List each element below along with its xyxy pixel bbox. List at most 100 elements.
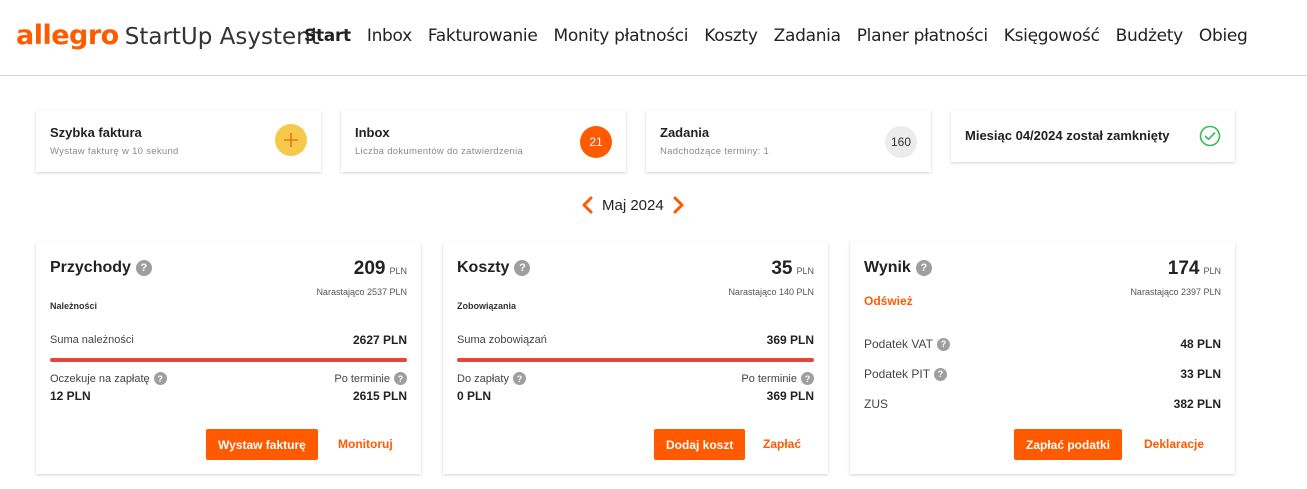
zus-label: ZUS: [864, 397, 888, 411]
card-title: Wynik ?: [864, 259, 932, 277]
chevron-right-icon[interactable]: [672, 195, 686, 215]
month-selector: Maj 2024: [580, 195, 686, 215]
card-title: Koszty ?: [457, 259, 531, 277]
help-icon[interactable]: ?: [512, 372, 526, 385]
liabilities-bar: [457, 358, 814, 362]
nav-zadania[interactable]: Zadania: [766, 25, 849, 47]
monitor-link[interactable]: Monitoruj: [338, 437, 393, 451]
tasks-count-badge: 160: [885, 126, 917, 158]
pay-link[interactable]: Zapłać: [763, 437, 801, 451]
income-title: Przychody: [50, 259, 131, 276]
inbox-tile[interactable]: Inbox Liczba dokumentów do zatwierdzenia…: [341, 110, 626, 172]
help-icon[interactable]: ?: [936, 337, 950, 351]
sum-row: Suma należności 2627 PLN: [50, 333, 407, 347]
tile-subtitle: Liczba dokumentów do zatwierdzenia: [355, 146, 524, 157]
nav-koszty[interactable]: Koszty: [696, 25, 765, 47]
nav-obieg[interactable]: Obieg: [1191, 25, 1256, 47]
product-name: StartUp Asystent: [124, 24, 320, 50]
nav-planer[interactable]: Planer płatności: [849, 25, 996, 47]
quick-invoice-tile[interactable]: Szybka faktura Wystaw fakturę w 10 sekun…: [36, 110, 321, 172]
refresh-link[interactable]: Odśwież: [864, 294, 913, 308]
zus-value: 382 PLN: [1173, 397, 1221, 411]
vat-row: Podatek VAT? 48 PLN: [864, 337, 1221, 351]
status-labels-row: Oczekuje na zapłatę? Po terminie?: [50, 372, 407, 385]
vat-label: Podatek VAT: [864, 337, 933, 351]
to-pay-label: Do zapłaty: [457, 372, 509, 385]
inbox-count-badge: 21: [580, 126, 612, 158]
help-icon[interactable]: ?: [915, 260, 932, 276]
tile-title: Szybka faktura: [50, 125, 142, 140]
nav-budzety[interactable]: Budżety: [1108, 25, 1191, 47]
cumulative-amount: Narastająco 140 PLN: [728, 287, 814, 297]
amount-currency: PLN: [1203, 266, 1221, 276]
nav-inbox[interactable]: Inbox: [359, 25, 420, 47]
amount-currency: PLN: [796, 266, 814, 276]
help-icon[interactable]: ?: [135, 260, 152, 276]
liabilities-heading: Zobowiązania: [457, 301, 517, 311]
costs-card: Koszty ? 35 PLN Narastająco 140 PLN Zobo…: [443, 242, 828, 474]
vat-value: 48 PLN: [1180, 337, 1221, 351]
overdue-value: 369 PLN: [766, 389, 814, 403]
amount-value: 209: [353, 258, 386, 279]
waiting-label-wrap: Oczekuje na zapłatę?: [50, 372, 167, 385]
plus-icon[interactable]: [275, 124, 307, 156]
top-header: allegro StartUp Asystent Start Inbox Fak…: [0, 0, 1307, 76]
costs-amount: 35 PLN: [771, 258, 814, 280]
help-icon[interactable]: ?: [934, 367, 948, 381]
pit-row: Podatek PIT? 33 PLN: [864, 367, 1221, 381]
cumulative-amount: Narastająco 2397 PLN: [1130, 287, 1221, 297]
sum-value: 369 PLN: [766, 333, 814, 347]
brand-name: allegro: [16, 20, 119, 51]
sum-label: Suma zobowiązań: [457, 334, 547, 346]
amount-currency: PLN: [389, 266, 407, 276]
pay-taxes-button[interactable]: Zapłać podatki: [1014, 429, 1123, 460]
nav-ksiegowosc[interactable]: Księgowość: [996, 25, 1108, 47]
income-card: Przychody ? 209 PLN Narastająco 2537 PLN…: [36, 242, 421, 474]
waiting-value: 12 PLN: [50, 389, 91, 403]
help-icon[interactable]: ?: [153, 372, 167, 385]
status-values-row: 12 PLN 2615 PLN: [50, 389, 407, 403]
costs-title: Koszty: [457, 259, 510, 276]
waiting-label: Oczekuje na zapłatę: [50, 372, 150, 385]
amount-value: 174: [1167, 258, 1200, 279]
nav-start[interactable]: Start: [296, 25, 359, 47]
to-pay-value: 0 PLN: [457, 389, 492, 403]
tasks-tile[interactable]: Zadania Nadchodzące terminy: 1 160: [646, 110, 931, 172]
overdue-label: Po terminie: [741, 372, 797, 385]
to-pay-label-wrap: Do zapłaty?: [457, 372, 526, 385]
cumulative-amount: Narastająco 2537 PLN: [316, 287, 407, 297]
card-title: Przychody ?: [50, 259, 152, 277]
receivables-bar: [50, 358, 407, 362]
overdue-label-wrap: Po terminie?: [334, 372, 407, 385]
help-icon[interactable]: ?: [514, 260, 531, 276]
add-cost-button[interactable]: Dodaj koszt: [654, 429, 746, 460]
status-values-row: 0 PLN 369 PLN: [457, 389, 814, 403]
result-amount: 174 PLN: [1168, 258, 1221, 280]
month-closed-tile[interactable]: Miesiąc 04/2024 został zamknięty: [951, 110, 1235, 162]
pit-value: 33 PLN: [1180, 367, 1221, 381]
result-title: Wynik: [864, 259, 911, 276]
tile-subtitle: Wystaw fakturę w 10 sekund: [50, 146, 179, 157]
overdue-value: 2615 PLN: [352, 389, 407, 403]
issue-invoice-button[interactable]: Wystaw fakturę: [206, 429, 318, 460]
nav-monity[interactable]: Monity płatności: [546, 25, 697, 47]
check-circle-icon: [1199, 125, 1221, 147]
result-card: Wynik ? 174 PLN Narastająco 2397 PLN Odś…: [850, 242, 1235, 474]
status-labels-row: Do zapłaty? Po terminie?: [457, 372, 814, 385]
sum-row: Suma zobowiązań 369 PLN: [457, 333, 814, 347]
pit-label: Podatek PIT: [864, 367, 931, 381]
overdue-label-wrap: Po terminie?: [741, 372, 814, 385]
help-icon[interactable]: ?: [394, 372, 407, 385]
app-logo[interactable]: allegro StartUp Asystent: [16, 20, 320, 52]
sum-value: 2627 PLN: [352, 333, 407, 347]
vat-label-wrap: Podatek VAT?: [864, 337, 950, 351]
income-amount: 209 PLN: [354, 258, 407, 280]
main-nav: Start Inbox Fakturowanie Monity płatnośc…: [296, 25, 1256, 47]
zus-row: ZUS 382 PLN: [864, 397, 1221, 411]
help-icon[interactable]: ?: [801, 372, 814, 385]
sum-label: Suma należności: [50, 334, 134, 346]
nav-fakturowanie[interactable]: Fakturowanie: [420, 25, 546, 47]
chevron-left-icon[interactable]: [580, 195, 594, 215]
declarations-link[interactable]: Deklaracje: [1144, 437, 1204, 451]
tile-title: Miesiąc 04/2024 został zamknięty: [965, 128, 1170, 143]
